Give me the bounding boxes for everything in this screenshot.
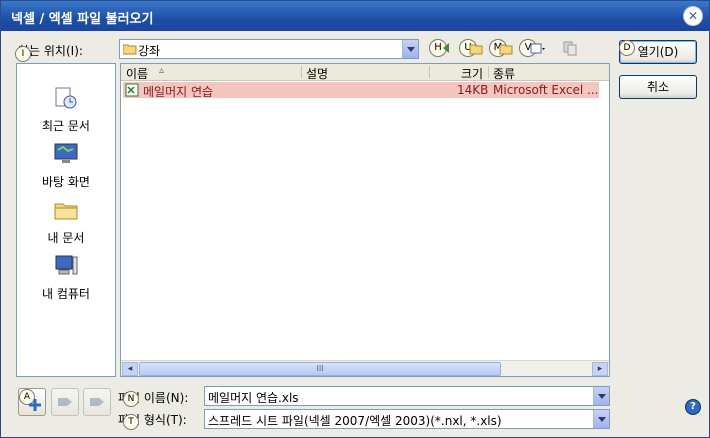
place-my-computer[interactable]: 내 컴퓨터 xyxy=(17,254,115,302)
folder-icon xyxy=(123,44,137,55)
column-description[interactable]: 설명 xyxy=(306,65,328,82)
copy-icon[interactable] xyxy=(561,39,579,57)
place-recent[interactable]: 최근 문서 xyxy=(17,86,115,134)
title-bar[interactable]: 넥셀 / 엑셀 파일 불러오기 ✕ xyxy=(1,1,709,31)
sort-ascending-icon: ▵ xyxy=(159,65,165,76)
column-name[interactable]: 이름 xyxy=(126,65,148,82)
filename-input[interactable]: 메일머지 연습.xls xyxy=(208,389,299,406)
filetype-combo[interactable]: 스프레드 시트 파일(넥셀 2007/엑셀 2003)(*.nxl, *.xls… xyxy=(204,409,610,429)
my-documents-folder-icon xyxy=(54,203,78,220)
recent-documents-icon xyxy=(55,87,77,109)
view-menu-icon[interactable] xyxy=(529,39,547,57)
scroll-right-button[interactable]: ▸ xyxy=(592,362,608,376)
window-title: 넥셀 / 엑셀 파일 불러오기 xyxy=(11,12,154,27)
file-list[interactable]: 이름 ▵ 설명 크기 종류 메일머지 연습 14KB Microsoft Exc… xyxy=(120,63,610,377)
filetype-value: 스프레드 시트 파일(넥셀 2007/엑셀 2003)(*.nxl, *.xls… xyxy=(208,414,502,428)
new-folder-icon[interactable] xyxy=(497,39,515,57)
column-type[interactable]: 종류 xyxy=(493,65,515,82)
filename-dropdown-button[interactable] xyxy=(593,387,609,405)
place-desktop[interactable]: 바탕 화면 xyxy=(17,142,115,190)
place-my-computer-label: 내 컴퓨터 xyxy=(42,287,90,301)
close-button[interactable]: ✕ xyxy=(683,6,703,26)
scroll-thumb[interactable]: III xyxy=(139,362,501,376)
file-type: Microsoft Excel ... xyxy=(493,83,599,97)
up-folder-icon[interactable] xyxy=(467,39,485,57)
move-icon xyxy=(58,398,72,406)
place-desktop-label: 바탕 화면 xyxy=(42,175,90,189)
file-size: 14KB xyxy=(457,83,489,97)
column-size[interactable]: 크기 xyxy=(461,65,483,82)
open-hotkey-badge: D xyxy=(619,40,635,56)
filetype-hotkey-badge: T xyxy=(123,414,139,430)
places-bar: 최근 문서 바탕 화면 내 문서 내 컴퓨터 xyxy=(16,63,116,377)
horizontal-scrollbar[interactable]: ◂ III ▸ xyxy=(121,360,609,376)
place-my-documents[interactable]: 내 문서 xyxy=(17,198,115,246)
cancel-button[interactable]: 취소 xyxy=(619,75,697,99)
filename-hotkey-badge: N xyxy=(123,391,139,407)
open-file-dialog: 넥셀 / 엑셀 파일 불러오기 ✕ 찾는 위치(I): I 강좌 H U M V… xyxy=(0,0,710,438)
lookin-hotkey-badge: I xyxy=(15,46,31,62)
move-button[interactable] xyxy=(51,388,79,416)
excel-file-icon xyxy=(125,83,139,97)
my-computer-icon xyxy=(55,255,78,275)
place-my-documents-label: 내 문서 xyxy=(47,231,85,245)
desktop-icon xyxy=(54,143,78,163)
help-icon[interactable]: ? xyxy=(685,399,701,415)
scroll-left-button[interactable]: ◂ xyxy=(122,362,138,376)
back-icon[interactable] xyxy=(437,39,455,57)
lookin-dropdown-button[interactable] xyxy=(402,40,418,58)
delete-button[interactable] xyxy=(83,388,111,416)
filetype-dropdown-button[interactable] xyxy=(593,410,609,428)
add-button[interactable]: A xyxy=(18,388,46,416)
lookin-value: 강좌 xyxy=(138,44,161,58)
file-list-header: 이름 ▵ 설명 크기 종류 xyxy=(121,64,609,81)
add-icon xyxy=(29,399,41,411)
lookin-combo[interactable]: 강좌 xyxy=(119,39,419,59)
filename-combo[interactable]: 메일머지 연습.xls xyxy=(204,386,610,406)
file-name: 메일머지 연습 xyxy=(143,85,214,99)
file-row[interactable]: 메일머지 연습 14KB Microsoft Excel ... xyxy=(123,82,599,99)
place-recent-label: 최근 문서 xyxy=(42,119,90,133)
delete-icon xyxy=(90,398,104,406)
